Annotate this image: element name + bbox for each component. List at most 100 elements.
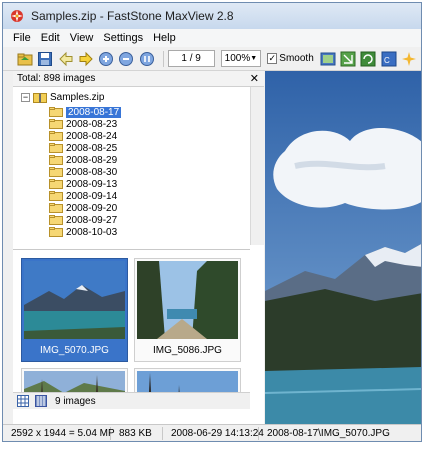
open-folder-button[interactable] bbox=[17, 50, 33, 68]
tree-header: Total: 898 images ✕ bbox=[13, 71, 264, 87]
smooth-checkbox[interactable]: ✓ bbox=[267, 53, 278, 64]
tree-folder-label: 2008-08-29 bbox=[66, 154, 118, 166]
grid-view-icon[interactable] bbox=[17, 395, 29, 407]
toolbar: 1 / 9 100% ▼ ✓ Smooth C bbox=[3, 47, 421, 71]
menu-bar: File Edit View Settings Help bbox=[3, 29, 421, 47]
tree-folder-item[interactable]: 2008-08-17 bbox=[49, 106, 122, 118]
resize-icon bbox=[340, 51, 356, 66]
folder-icon bbox=[49, 143, 63, 153]
slideshow-icon bbox=[320, 52, 336, 65]
tree-folder-item[interactable]: 2008-09-20 bbox=[49, 202, 117, 214]
tree-folder-label: 2008-09-20 bbox=[66, 202, 118, 214]
tree-root-label: Samples.zip bbox=[50, 91, 105, 103]
image-dimensions: 2592 x 1944 = 5.04 MP bbox=[3, 426, 115, 440]
convert-button[interactable]: C bbox=[380, 50, 397, 68]
folder-icon bbox=[49, 191, 63, 201]
thumbnail-status-bar: 9 images bbox=[13, 392, 250, 409]
next-button[interactable] bbox=[78, 50, 94, 68]
window-title: Samples.zip - FastStone MaxView 2.8 bbox=[31, 9, 234, 23]
folder-icon bbox=[49, 119, 63, 129]
tree-folder-label: 2008-08-25 bbox=[66, 142, 118, 154]
folder-icon bbox=[49, 155, 63, 165]
browser-pane: Total: 898 images ✕ − Samples.zip 2008-0… bbox=[13, 71, 264, 426]
tree-folder-item[interactable]: 2008-08-29 bbox=[49, 154, 117, 166]
thumbnail-image bbox=[137, 261, 238, 339]
menu-help[interactable]: Help bbox=[153, 32, 176, 44]
tree-folder-item[interactable]: 2008-09-27 bbox=[49, 214, 117, 226]
folder-icon bbox=[49, 107, 63, 117]
tree-folder-label: 2008-08-17 bbox=[66, 106, 122, 118]
file-path: 2008-08-17\IMG_5070.JPG bbox=[267, 427, 390, 439]
image-count-label: 9 images bbox=[55, 395, 96, 407]
tree-folder-item[interactable]: 2008-09-14 bbox=[49, 190, 117, 202]
total-images-label: Total: 898 images bbox=[17, 73, 96, 84]
menu-settings[interactable]: Settings bbox=[103, 32, 143, 44]
menu-view[interactable]: View bbox=[70, 32, 94, 44]
thumbnail-label: IMG_5070.JPG bbox=[40, 345, 109, 356]
rotate-button[interactable] bbox=[360, 50, 376, 68]
effects-button[interactable] bbox=[401, 50, 417, 68]
convert-icon: C bbox=[381, 51, 397, 66]
tree-folder-item[interactable]: 2008-10-03 bbox=[49, 226, 117, 238]
image-viewer[interactable] bbox=[265, 71, 421, 426]
tree-root[interactable]: − Samples.zip bbox=[21, 91, 104, 103]
tree-folder-label: 2008-09-27 bbox=[66, 214, 118, 226]
folder-icon bbox=[49, 179, 63, 189]
previous-button[interactable] bbox=[57, 50, 73, 68]
zoom-out-button[interactable] bbox=[118, 50, 134, 68]
tree-folder-label: 2008-09-14 bbox=[66, 190, 118, 202]
fit-icon bbox=[139, 51, 154, 66]
folder-icon bbox=[49, 131, 63, 141]
status-bar: 2592 x 1944 = 5.04 MP 883 KB 2008-06-29 … bbox=[3, 424, 421, 441]
thumbnail-browser: IMG_5070.JPG IMG_5086.JPG 9 images bbox=[13, 249, 250, 409]
title-bar: Samples.zip - FastStone MaxView 2.8 bbox=[3, 3, 421, 29]
tree-folder-label: 2008-09-13 bbox=[66, 178, 118, 190]
zip-folder-icon bbox=[33, 93, 47, 103]
folder-icon bbox=[49, 203, 63, 213]
tree-folder-item[interactable]: 2008-08-30 bbox=[49, 166, 117, 178]
tree-folder-label: 2008-08-23 bbox=[66, 118, 118, 130]
zoom-select[interactable]: 100% ▼ bbox=[220, 50, 262, 67]
zoom-in-icon bbox=[99, 51, 114, 66]
file-datetime: 2008-06-29 14:13:24 bbox=[163, 426, 264, 440]
slideshow-button[interactable] bbox=[320, 50, 336, 68]
arrow-left-icon bbox=[58, 51, 73, 66]
zoom-in-button[interactable] bbox=[98, 50, 114, 68]
tree-folder-label: 2008-08-24 bbox=[66, 130, 118, 142]
zoom-value: 100% bbox=[224, 53, 251, 64]
menu-file[interactable]: File bbox=[13, 32, 31, 44]
actual-size-button[interactable] bbox=[138, 50, 154, 68]
menu-edit[interactable]: Edit bbox=[41, 32, 60, 44]
filmstrip-icon[interactable] bbox=[35, 395, 47, 407]
thumbnail-image bbox=[24, 261, 125, 339]
resize-button[interactable] bbox=[340, 50, 356, 68]
open-folder-icon bbox=[17, 53, 33, 65]
chevron-down-icon: ▼ bbox=[250, 55, 258, 62]
thumbnail-item[interactable]: IMG_5070.JPG bbox=[21, 258, 128, 362]
save-icon bbox=[38, 51, 53, 66]
close-icon[interactable]: ✕ bbox=[250, 72, 259, 85]
tree-folder-item[interactable]: 2008-08-24 bbox=[49, 130, 117, 142]
main-image bbox=[265, 71, 421, 426]
thumbnail-label: IMG_5086.JPG bbox=[153, 345, 222, 356]
tree-folder-label: 2008-10-03 bbox=[66, 226, 118, 238]
folder-icon bbox=[49, 227, 63, 237]
page-counter-field[interactable]: 1 / 9 bbox=[167, 50, 215, 67]
folder-icon bbox=[49, 167, 63, 177]
tree-folder-item[interactable]: 2008-08-23 bbox=[49, 118, 117, 130]
main-window: Samples.zip - FastStone MaxView 2.8 File… bbox=[2, 2, 422, 442]
folder-tree: − Samples.zip 2008-08-17 2008-08-23 2008-0… bbox=[13, 87, 250, 245]
toolbar-separator bbox=[162, 50, 164, 67]
collapse-icon[interactable]: − bbox=[21, 92, 30, 102]
file-size: 883 KB bbox=[111, 426, 163, 440]
svg-text:C: C bbox=[384, 56, 390, 65]
save-button[interactable] bbox=[37, 50, 53, 68]
tree-folder-item[interactable]: 2008-09-13 bbox=[49, 178, 117, 190]
app-logo-icon bbox=[11, 10, 23, 22]
sparkle-icon bbox=[401, 51, 416, 66]
arrow-right-icon bbox=[79, 51, 93, 66]
tree-folder-item[interactable]: 2008-08-25 bbox=[49, 142, 117, 154]
tree-folder-label: 2008-08-30 bbox=[66, 166, 118, 178]
smooth-label: Smooth bbox=[279, 53, 314, 64]
thumbnail-item[interactable]: IMG_5086.JPG bbox=[134, 258, 241, 362]
